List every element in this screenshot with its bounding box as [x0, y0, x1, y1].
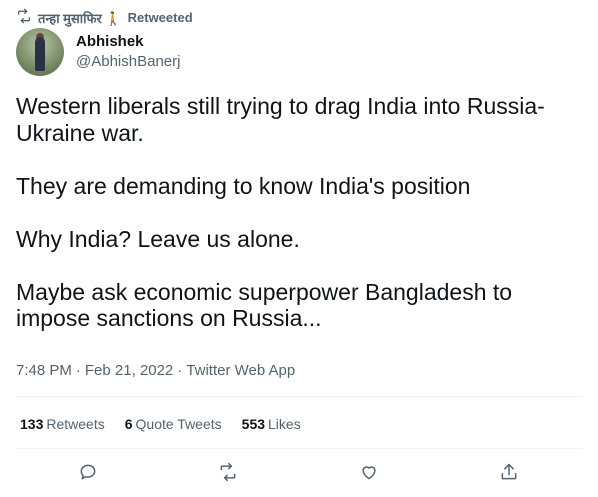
retweets-stat[interactable]: 133 Retweets [20, 416, 105, 432]
retweets-count: 133 [20, 416, 44, 432]
like-button[interactable] [354, 460, 384, 488]
author-name[interactable]: Abhishek [76, 33, 144, 50]
reply-button[interactable] [73, 460, 103, 488]
quotes-stat[interactable]: 6 Quote Tweets [125, 416, 222, 432]
share-icon [499, 462, 519, 487]
tweet-source[interactable]: Twitter Web App [186, 362, 295, 379]
retweet-button[interactable] [213, 460, 243, 488]
meta-separator: · [75, 362, 81, 379]
author-handle[interactable]: @AbhishBanerj [76, 53, 180, 70]
meta-separator: · [177, 362, 183, 379]
divider [16, 396, 582, 397]
quotes-label: Quote Tweets [135, 416, 222, 432]
retweet-icon [16, 8, 32, 27]
engagement-stats: 133 Retweets 6 Quote Tweets 553 Likes [20, 416, 301, 432]
tweet-date[interactable]: Feb 21, 2022 [85, 362, 173, 379]
tweet-text: Western liberals still trying to drag In… [16, 93, 545, 331]
share-button[interactable] [494, 460, 524, 488]
retweeter-name[interactable]: तन्हा मुसाफिर 🚶 [38, 9, 122, 27]
divider [16, 448, 582, 449]
retweeted-label: Retweeted [127, 10, 193, 25]
reply-icon [78, 462, 98, 487]
heart-icon [359, 462, 379, 487]
avatar-figure [35, 37, 45, 71]
likes-count: 553 [241, 416, 266, 432]
tweet-meta: 7:48 PM · Feb 21, 2022 · Twitter Web App [16, 362, 295, 379]
retweet-icon [218, 462, 238, 487]
retweets-label: Retweets [46, 416, 105, 432]
action-bar [0, 460, 598, 488]
likes-stat[interactable]: 553 Likes [242, 416, 301, 432]
tweet-time[interactable]: 7:48 PM [16, 362, 72, 379]
avatar[interactable] [16, 28, 64, 76]
retweet-context: तन्हा मुसाफिर 🚶 Retweeted [16, 8, 193, 27]
quotes-count: 6 [124, 416, 133, 432]
likes-label: Likes [268, 416, 301, 432]
